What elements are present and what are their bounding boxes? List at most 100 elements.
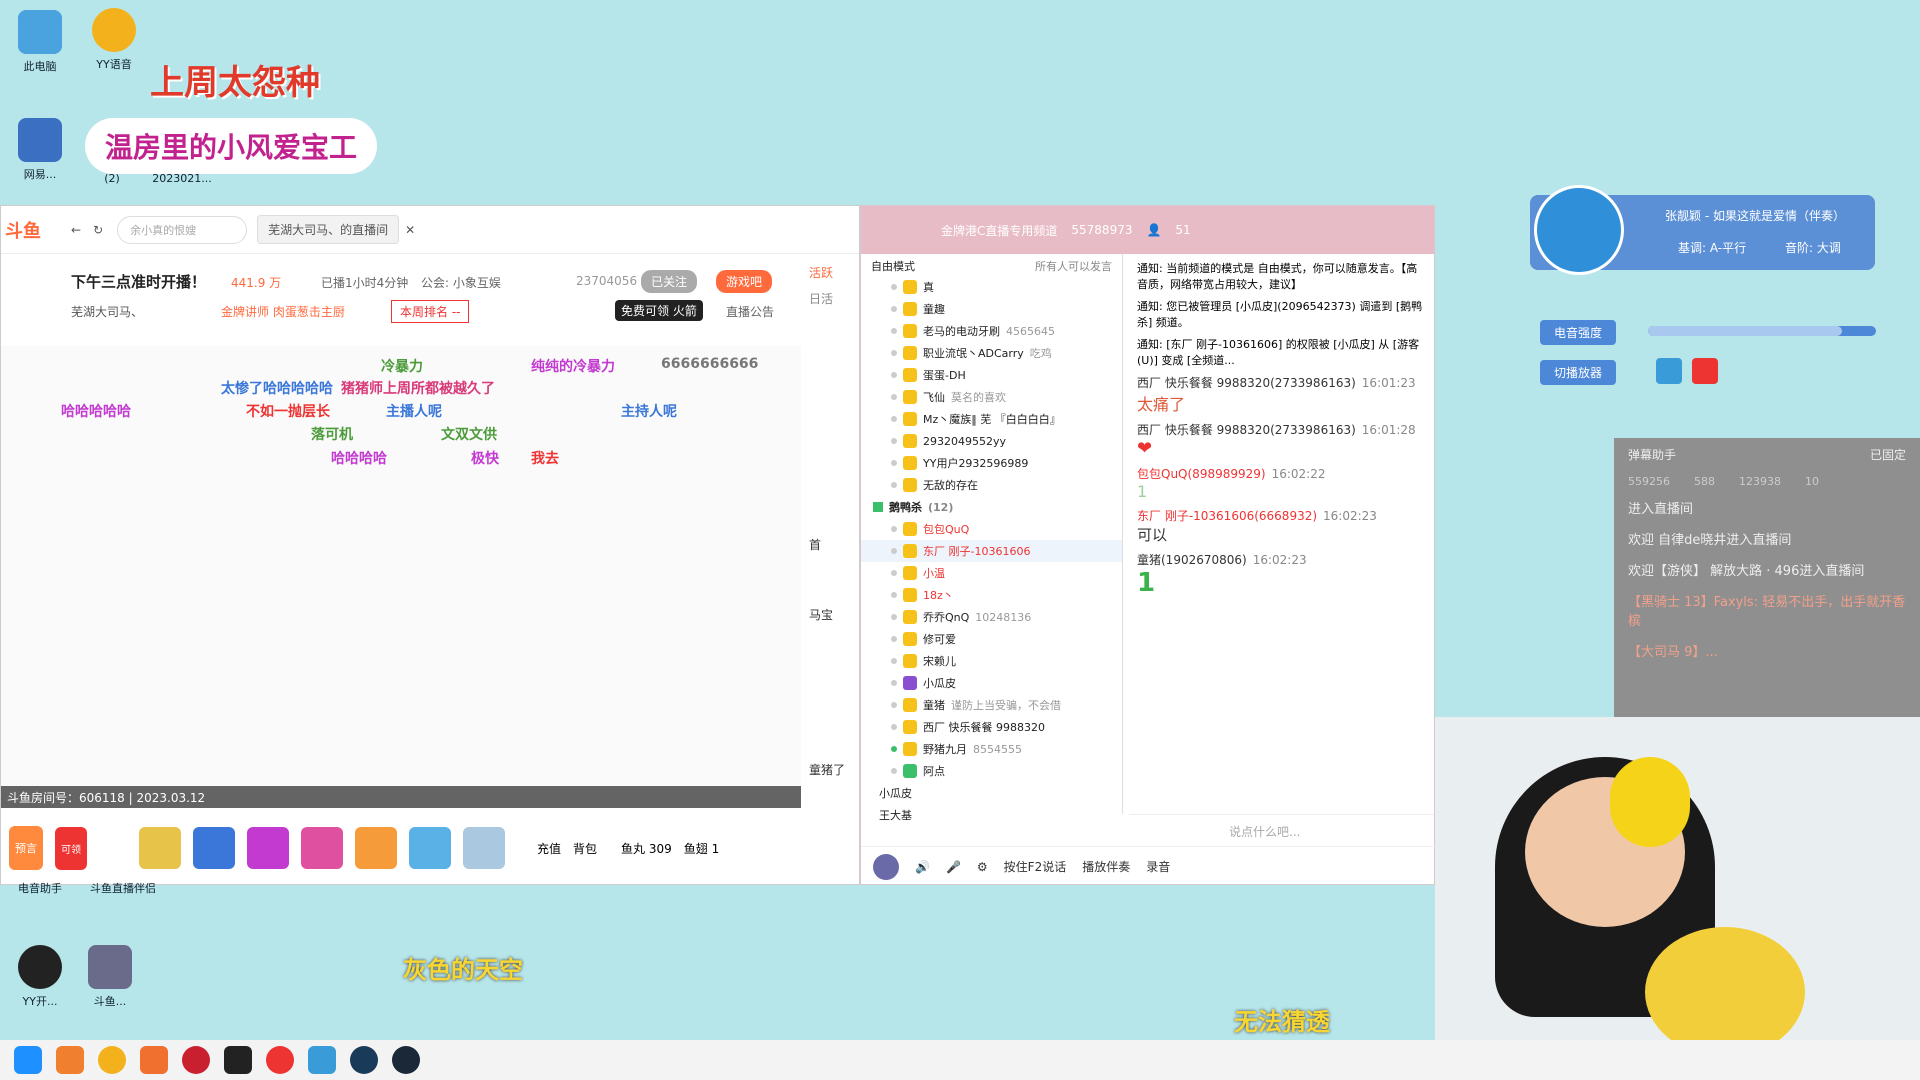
rocket-icon[interactable] — [193, 827, 235, 869]
member-item[interactable]: 童趣 — [861, 298, 1122, 320]
message-time: 16:01:28 — [1361, 423, 1416, 437]
member-item[interactable]: Mz丶魔族‖ 芜 『白白白白』 — [861, 408, 1122, 430]
gift-icon[interactable] — [355, 827, 397, 869]
search-input[interactable]: 余小真的恨嫂 — [117, 215, 248, 244]
mic-icon[interactable]: 🎤 — [946, 860, 961, 874]
member-item[interactable]: 乔乔QnQ 10248136 — [861, 606, 1122, 628]
gift-icon[interactable] — [139, 827, 181, 869]
member-item[interactable]: 王大基 — [861, 804, 1122, 826]
role-icon — [903, 456, 917, 470]
switch-player-button[interactable]: 切播放器 — [1540, 360, 1617, 385]
member-item[interactable]: 小瓜皮 — [861, 782, 1122, 804]
member-item[interactable]: 职业流氓丶ADCarry 吃鸡 — [861, 342, 1122, 364]
gift-icon[interactable] — [409, 827, 451, 869]
close-icon[interactable]: ✕ — [405, 223, 415, 237]
host-tag: 金牌讲师 肉蛋葱击主厨 — [221, 305, 345, 319]
group-header[interactable]: 鹅鸭杀 (12) — [861, 496, 1122, 518]
member-item[interactable]: 阿点 — [861, 760, 1122, 782]
message-sender[interactable]: 东厂 刚子-10361606(6668932) — [1137, 509, 1317, 523]
member-item[interactable]: 小温 — [861, 562, 1122, 584]
refresh-icon[interactable]: ↻ — [93, 223, 103, 237]
message-text: ❤ — [1137, 438, 1153, 459]
kugou-icon[interactable] — [1656, 358, 1682, 384]
kugou-icon[interactable] — [308, 1046, 336, 1074]
taskbar-app-icon[interactable] — [224, 1046, 252, 1074]
desktop-icon-netease[interactable]: 网易... — [8, 118, 72, 182]
member-name: 无敌的存在 — [923, 479, 978, 492]
desktop-icon-yy[interactable]: YY语音 — [82, 8, 146, 72]
speaker-icon[interactable]: 🔊 — [915, 860, 930, 874]
notice-button[interactable]: 直播公告 — [726, 303, 774, 320]
member-item[interactable]: 真 — [861, 276, 1122, 298]
mixer-icon[interactable]: ⚙ — [977, 860, 988, 874]
role-icon — [903, 544, 917, 558]
yy-icon[interactable] — [98, 1046, 126, 1074]
member-extra: 吃鸡 — [1029, 347, 1052, 360]
member-item[interactable]: 东厂 刚子-10361606 — [861, 540, 1122, 562]
message-sender[interactable]: 西厂 快乐餐餐 9988320(2733986163) — [1137, 376, 1356, 390]
tab-live-room[interactable]: 芜湖大司马、的直播间 — [257, 215, 400, 244]
member-item[interactable]: 蛋蛋-DH — [861, 364, 1122, 386]
follow-button[interactable]: 已关注 — [641, 270, 698, 293]
member-item[interactable]: 无敌的存在 — [861, 474, 1122, 496]
taskbar-app-icon[interactable] — [350, 1046, 378, 1074]
danmu-text: 文双文供 — [441, 427, 497, 443]
member-item[interactable]: 包包QuQ — [861, 518, 1122, 540]
free-gift-button[interactable]: 免费可领 火箭 — [615, 300, 703, 321]
member-item[interactable]: 老马的电动牙刷 4565645 — [861, 320, 1122, 342]
record-button[interactable]: 录音 — [1146, 858, 1170, 875]
pinned-label[interactable]: 已固定 — [1870, 446, 1906, 463]
message-sender[interactable]: 西厂 快乐餐餐 9988320(2733986163) — [1137, 423, 1356, 437]
video-player[interactable]: 冷暴力 纯纯的冷暴力 6666666666 太惨了哈哈哈哈哈 猪猪师上周所都被越… — [1, 346, 801, 808]
netease-music-icon[interactable] — [1692, 358, 1718, 384]
taskbar-app-icon[interactable] — [140, 1046, 168, 1074]
message-time: 16:02:23 — [1252, 553, 1307, 567]
member-item[interactable]: 童猪 谨防上当受骗，不会借 — [861, 694, 1122, 716]
desktop-icon-douyu-companion[interactable]: 斗鱼直播伴侣 — [78, 880, 168, 896]
role-icon — [903, 698, 917, 712]
taskbar-app-icon[interactable] — [56, 1046, 84, 1074]
heat-value: 441.9 万 — [231, 276, 282, 290]
desktop-icon-yy-open[interactable]: YY开... — [8, 945, 72, 1009]
member-item[interactable]: 西厂 快乐餐餐 9988320 — [861, 716, 1122, 738]
gift-icon[interactable] — [247, 827, 289, 869]
recharge-button[interactable]: 充值 — [537, 840, 561, 857]
netease-music-icon[interactable] — [266, 1046, 294, 1074]
rank-button[interactable]: 本周排名 -- — [391, 300, 470, 323]
member-item[interactable]: YY用户2932596989 — [861, 452, 1122, 474]
desktop-icon-label: 斗鱼... — [93, 995, 127, 1008]
play-accompaniment[interactable]: 播放伴奏 — [1082, 858, 1130, 875]
song-title: 张靓颖 - 如果这就是爱情（伴奏） — [1665, 209, 1845, 223]
member-item[interactable]: 野猪九月 8554555 — [861, 738, 1122, 760]
member-item[interactable]: 修可爱 — [861, 628, 1122, 650]
voice-bottom-bar: 🔊 🎤 ⚙ 按住F2说话 播放伴奏 录音 — [861, 846, 1436, 886]
steam-icon[interactable] — [392, 1046, 420, 1074]
game-bar-button[interactable]: 游戏吧 — [716, 270, 773, 293]
electro-slider[interactable] — [1648, 326, 1876, 336]
bag-button[interactable]: 背包 — [573, 840, 597, 857]
message-sender[interactable]: 包包QuQ(898989929) — [1137, 467, 1266, 481]
gift-icon[interactable] — [463, 827, 505, 869]
stat-value: 123938 — [1739, 475, 1781, 488]
danmu-text: 主播人呢 — [386, 404, 442, 420]
member-item[interactable]: 宋赖儿 — [861, 650, 1122, 672]
desktop-icon-voice-helper[interactable]: 电音助手 — [8, 880, 72, 896]
member-item[interactable]: 18z丶 — [861, 584, 1122, 606]
host-name[interactable]: 芜湖大司马、 — [71, 303, 143, 320]
back-icon[interactable]: ← — [71, 223, 81, 237]
gift-icon[interactable] — [301, 827, 343, 869]
desktop-icon-computer[interactable]: 此电脑 — [8, 10, 72, 74]
windows-start-icon[interactable] — [14, 1046, 42, 1074]
push-to-talk[interactable]: 按住F2说话 — [1004, 858, 1067, 875]
gift-box-button[interactable]: 可领 — [55, 826, 87, 870]
predict-button[interactable]: 预言 — [9, 826, 43, 870]
member-item[interactable]: 小瓜皮 — [861, 672, 1122, 694]
message-sender[interactable]: 童猪(1902670806) — [1137, 553, 1247, 567]
avatar[interactable] — [873, 853, 899, 880]
member-item[interactable]: 飞仙 莫名的喜欢 — [861, 386, 1122, 408]
member-name: 小瓜皮 — [923, 677, 956, 690]
taskbar-app-icon[interactable] — [182, 1046, 210, 1074]
desktop-icon-douyu[interactable]: 斗鱼... — [78, 945, 142, 1009]
chat-input[interactable]: 说点什么吧... — [1129, 814, 1434, 844]
member-item[interactable]: 2932049552yy — [861, 430, 1122, 452]
